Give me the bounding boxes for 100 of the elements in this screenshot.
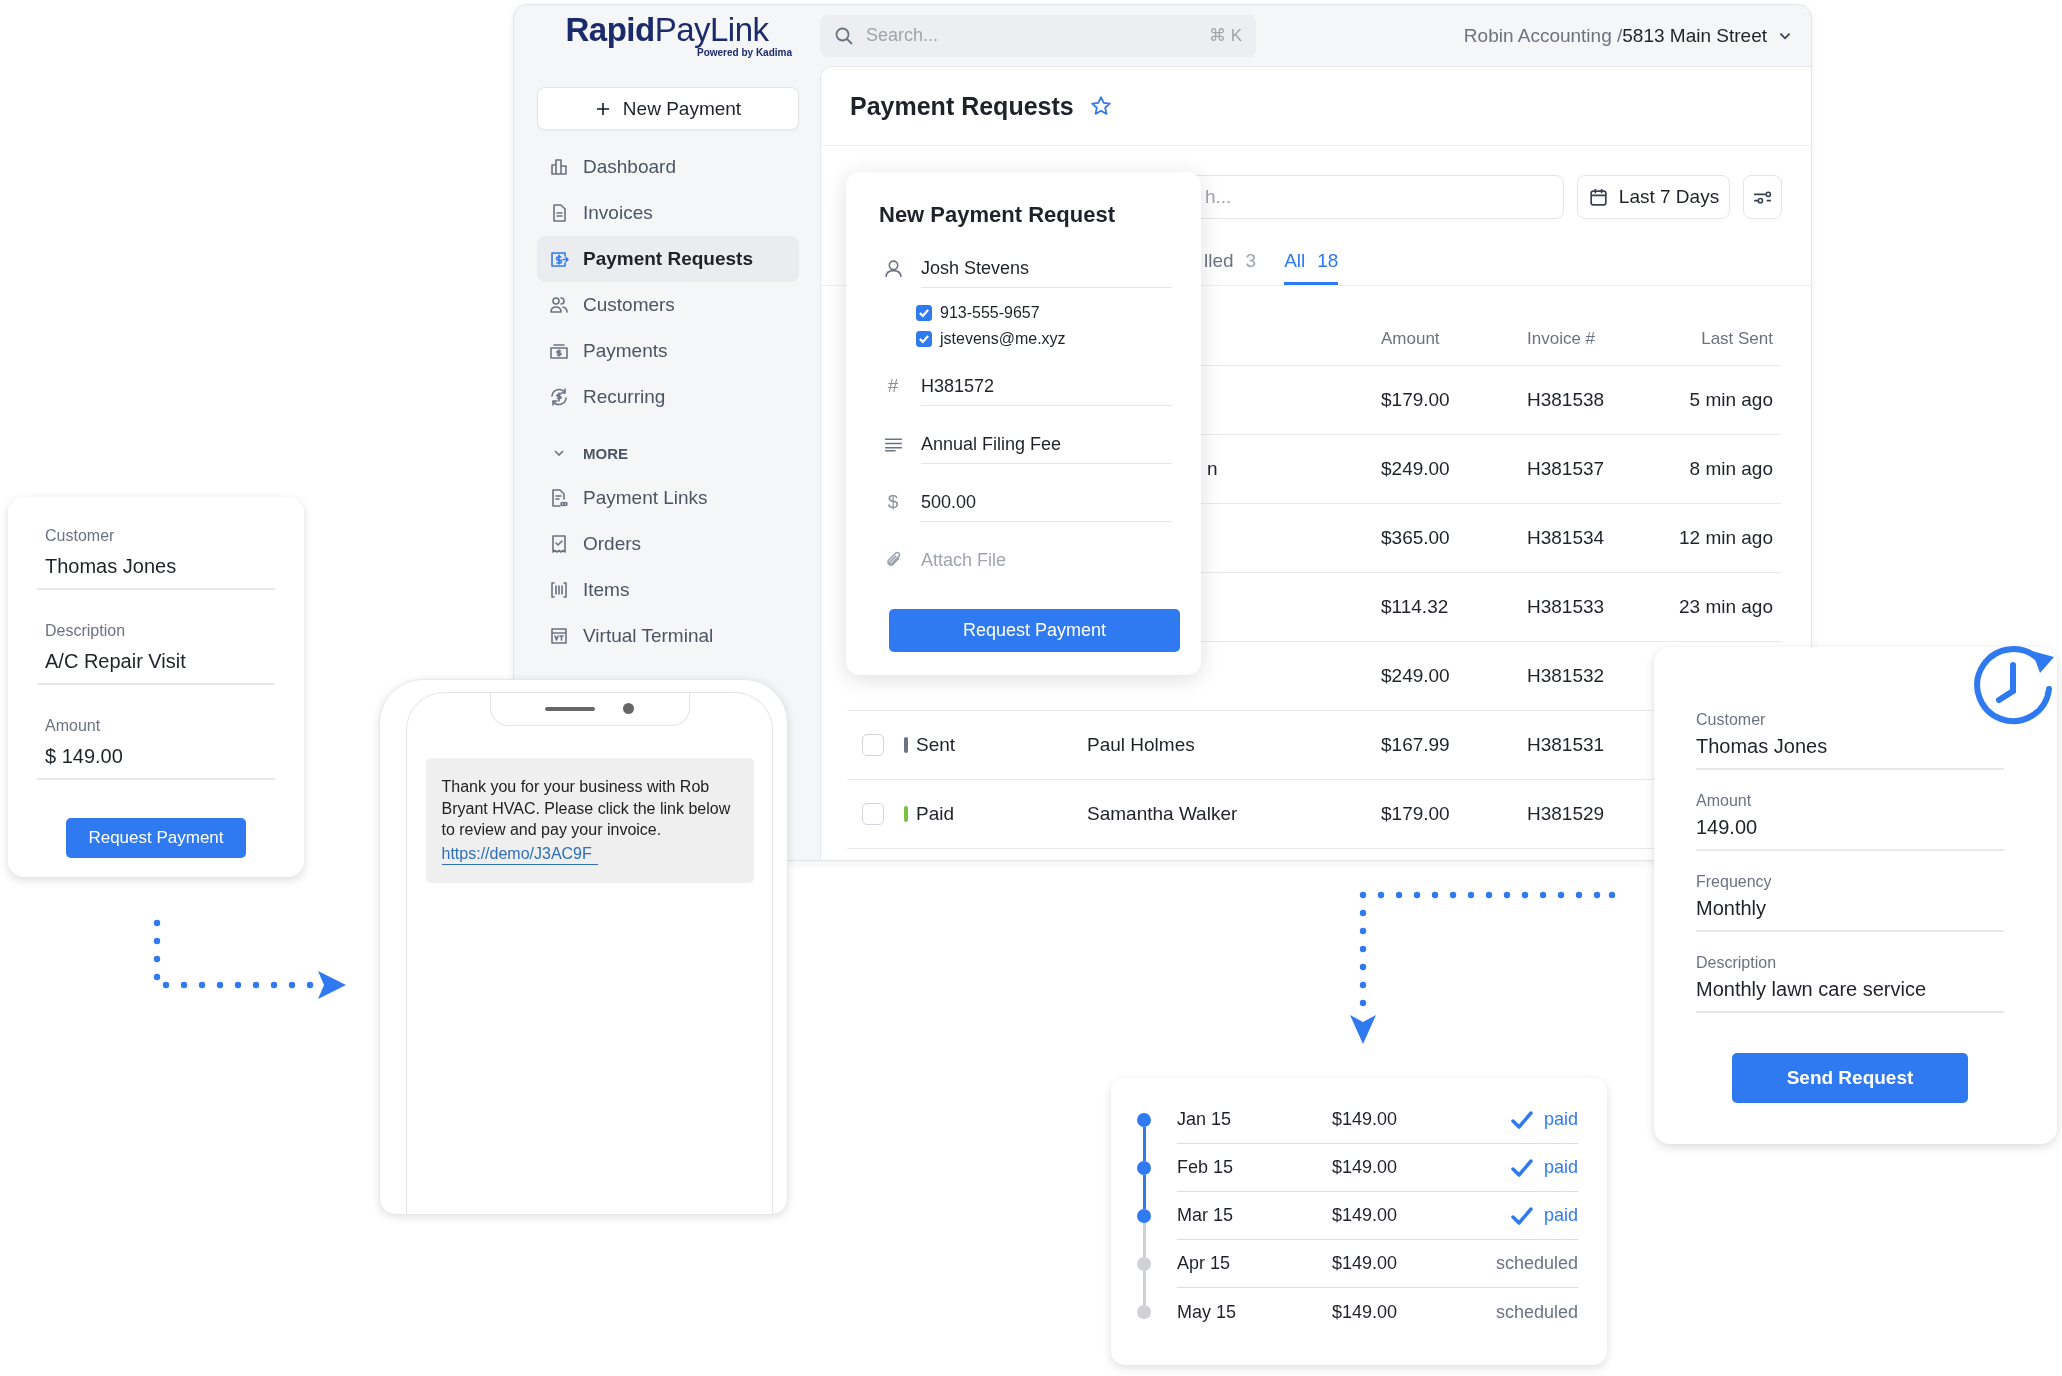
payment-amount: $149.00 (1332, 1301, 1399, 1323)
search-icon (834, 25, 854, 46)
payment-status: paid (1543, 1109, 1578, 1130)
invoice-number: H381529 (1527, 803, 1605, 825)
banknote-icon (549, 341, 569, 361)
checkmark-icon (1509, 1157, 1534, 1178)
last-sent-time: 23 min ago (1679, 596, 1773, 618)
input-field[interactable]: 500.00 (921, 482, 1172, 522)
dollar-cycle-icon (549, 387, 569, 407)
dollar-document-icon (549, 249, 569, 269)
payment-amount: $149.00 (1332, 1253, 1399, 1274)
checkmark-icon (1509, 1205, 1534, 1226)
column-header: Amount (1381, 329, 1441, 349)
payment-status: scheduled (1495, 1301, 1578, 1323)
person-icon (882, 257, 904, 279)
field-label: Amount (44, 717, 102, 735)
amount: $249.00 (1381, 458, 1450, 480)
bar-chart-icon (549, 157, 569, 177)
sidebar-item[interactable]: Payment Links (537, 475, 799, 521)
payment-date: Feb 15 (1177, 1157, 1235, 1178)
sidebar-item[interactable]: Invoices (537, 190, 799, 236)
input-field[interactable]: A/C Repair Visit (37, 640, 275, 685)
filter-tab[interactable]: lled 3 (1204, 239, 1257, 285)
field-label: Description (44, 622, 127, 640)
input-field[interactable]: $ 149.00 (37, 735, 275, 780)
customer-name: n (1207, 458, 1218, 480)
payment-amount: $149.00 (1332, 1157, 1399, 1178)
invoice-number: H381537 (1527, 458, 1605, 480)
amount: $365.00 (1381, 527, 1450, 549)
field-label: Amount (1696, 792, 1753, 810)
invoice-number: H381532 (1527, 665, 1605, 687)
contact-label: 913-555-9657 (940, 304, 1040, 322)
contact-label: jstevens@me.xyz (940, 330, 1066, 348)
calendar-icon (1587, 186, 1609, 208)
column-header: Last Sent (1700, 329, 1774, 349)
filter-button[interactable] (1743, 175, 1782, 219)
star-icon[interactable] (1089, 95, 1112, 117)
message-text: Thank you for your business with Rob Bryant HVAC. Please click the link below to review and pay your invoice. (441, 777, 732, 841)
last-sent-time: 5 min ago (1689, 389, 1773, 411)
payment-amount: $149.00 (1332, 1109, 1399, 1130)
sidebar-item[interactable]: Items (537, 567, 799, 613)
column-header: Invoice # (1527, 329, 1597, 349)
field-label: Customer (44, 527, 116, 545)
invoice-number: H381531 (1527, 734, 1605, 756)
barcode-scan-icon (549, 580, 569, 600)
payment-status: scheduled (1495, 1253, 1578, 1274)
status-label: Sent (916, 734, 956, 756)
invoice-number: H381533 (1527, 596, 1605, 618)
link-document-icon (549, 488, 569, 508)
input-field[interactable]: 149.00 (1696, 810, 2004, 851)
field-symbol: $ (887, 491, 899, 513)
field-label: Customer (1696, 711, 1767, 729)
input-field[interactable]: Josh Stevens (921, 248, 1172, 288)
input-field[interactable]: Annual Filing Fee (921, 424, 1172, 464)
filter-tab[interactable]: All 18 (1284, 239, 1339, 285)
logo: RapidPayLink (565, 13, 769, 46)
amount: $249.00 (1381, 665, 1450, 687)
sidebar-item[interactable]: Orders (537, 521, 799, 567)
search-input[interactable]: Search... (864, 24, 1199, 47)
last-sent-time: 12 min ago (1679, 527, 1773, 549)
checkbox[interactable] (916, 305, 932, 321)
amount: $114.32 (1381, 596, 1449, 618)
field-label: Description (1696, 954, 1778, 972)
amount: $179.00 (1381, 389, 1450, 411)
input-field[interactable]: H381572 (921, 366, 1172, 406)
users-icon (549, 295, 569, 315)
account-switcher[interactable]: Robin Accounting /5813 Main Street (1463, 24, 1811, 47)
invoice-number: H381534 (1527, 527, 1605, 549)
payment-amount: $149.00 (1332, 1205, 1399, 1226)
date-range-button[interactable]: Last 7 Days (1577, 175, 1730, 219)
send-request-button[interactable]: Send Request (1732, 1053, 1968, 1103)
request-payment-button[interactable]: Request Payment (66, 818, 246, 858)
field-symbol: # (887, 375, 899, 397)
plus-icon (594, 100, 611, 117)
sidebar-item[interactable]: Payments (537, 328, 799, 374)
row-checkbox[interactable] (862, 734, 884, 756)
payment-status: paid (1543, 1205, 1578, 1226)
input-field[interactable]: Thomas Jones (1696, 729, 2004, 770)
sidebar-item[interactable]: Dashboard (537, 144, 799, 190)
new-payment-button[interactable]: New Payment (537, 87, 799, 130)
more-section-toggle[interactable]: MORE (537, 431, 799, 475)
request-payment-button[interactable]: Request Payment (889, 609, 1180, 652)
last-sent-time: 8 min ago (1689, 458, 1773, 480)
logo-tagline: Powered by Kadima (696, 47, 792, 58)
payment-status: paid (1543, 1157, 1578, 1178)
checkbox[interactable] (916, 331, 932, 347)
sidebar-item[interactable]: Payment Requests (537, 236, 799, 282)
payment-link[interactable]: https://demo/J3AC9F (441, 842, 598, 866)
receipt-icon (549, 534, 569, 554)
input-field[interactable]: Monthly lawn care service (1696, 972, 2004, 1013)
sidebar-item[interactable]: Virtual Terminal (537, 613, 799, 659)
payment-date: May 15 (1177, 1301, 1238, 1323)
payment-date: Apr 15 (1177, 1253, 1232, 1274)
sidebar-item[interactable]: Customers (537, 282, 799, 328)
shortcut-hint: ⌘ K (1208, 25, 1242, 46)
input-field[interactable]: Monthly (1696, 891, 2004, 932)
sidebar-item[interactable]: Recurring (537, 374, 799, 420)
row-checkbox[interactable] (862, 803, 884, 825)
amount: $179.00 (1381, 803, 1450, 825)
input-field[interactable]: Thomas Jones (37, 545, 275, 590)
